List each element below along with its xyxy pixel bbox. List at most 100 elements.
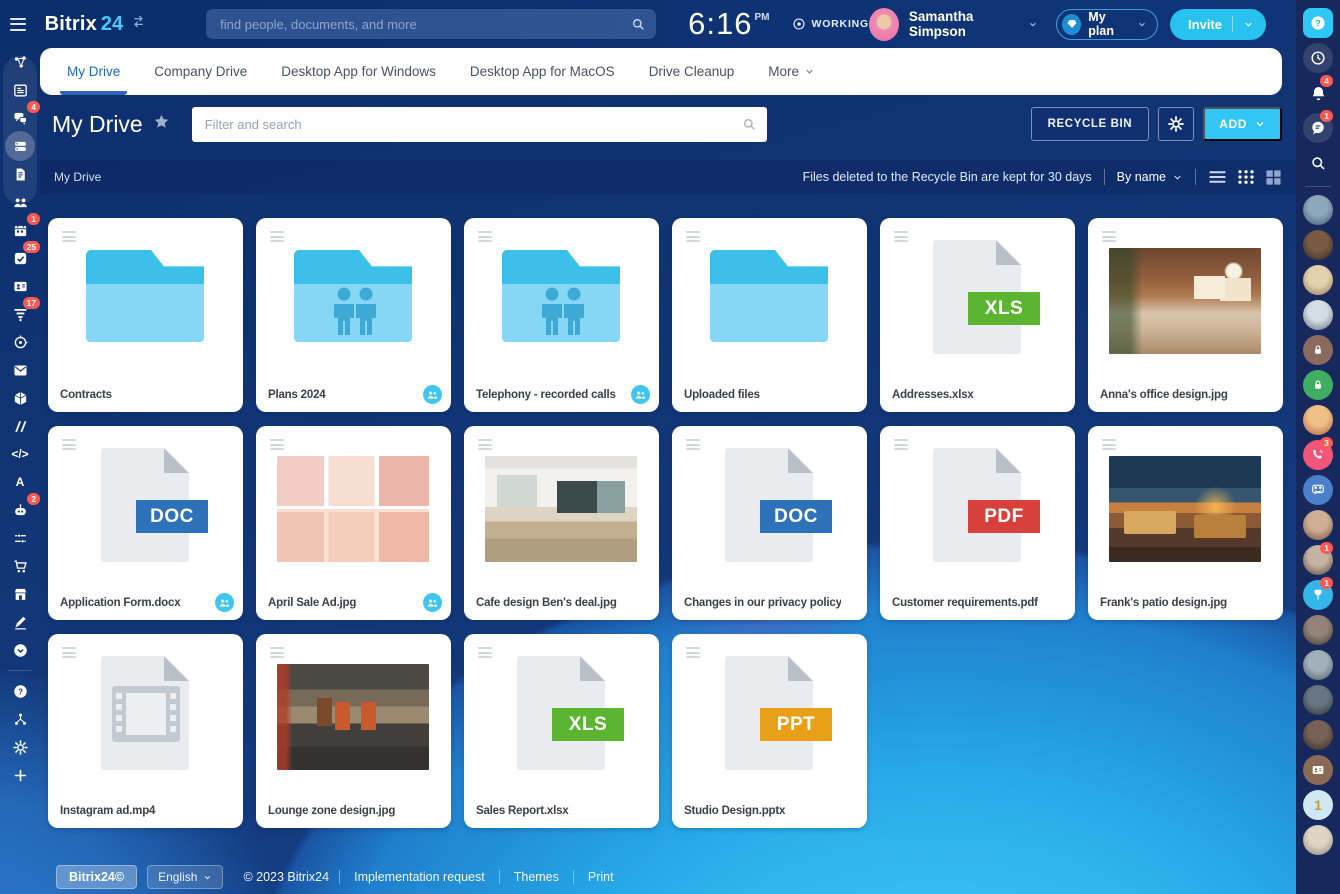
card-menu-icon[interactable]	[892, 229, 910, 244]
sidebar-item-settings-icon[interactable]	[0, 733, 40, 761]
sidebar-item-automation-icon[interactable]: A	[0, 468, 40, 496]
shared-badge-icon[interactable]	[423, 593, 442, 612]
sidebar-item-cart-icon[interactable]	[0, 552, 40, 580]
work-status[interactable]: WORKING	[792, 17, 870, 31]
filter-search-icon[interactable]	[741, 116, 757, 137]
sidebar-item-structure-icon[interactable]	[0, 705, 40, 733]
file-card-sales-report-xlsx[interactable]: XLSSales Report.xlsx	[464, 634, 659, 828]
card-menu-icon[interactable]	[476, 229, 494, 244]
chat-avatar[interactable]	[1303, 405, 1333, 435]
add-button[interactable]: ADD	[1203, 107, 1282, 141]
card-menu-icon[interactable]	[268, 437, 286, 452]
sidebar-item-vibe-icon[interactable]	[0, 48, 40, 76]
tab-drive-cleanup[interactable]: Drive Cleanup	[632, 48, 752, 95]
card-menu-icon[interactable]	[60, 229, 78, 244]
footer-link-implementation-request[interactable]: Implementation request	[339, 870, 499, 884]
sidebar-item-docs-icon[interactable]	[0, 160, 40, 188]
tab-more[interactable]: More	[751, 48, 832, 95]
chat-avatar[interactable]	[1303, 510, 1333, 540]
chat-avatar[interactable]	[1303, 195, 1333, 225]
tab-my-drive[interactable]: My Drive	[50, 48, 137, 95]
chat-avatar[interactable]	[1303, 720, 1333, 750]
footer-link-themes[interactable]: Themes	[499, 870, 573, 884]
chat-avatar[interactable]	[1303, 825, 1333, 855]
global-search-input[interactable]	[206, 9, 656, 39]
card-menu-icon[interactable]	[268, 645, 286, 660]
main-menu-icon[interactable]	[0, 18, 37, 31]
time-display[interactable]: 6:16 PM	[688, 7, 769, 41]
sidebar-item-marketing-icon[interactable]	[0, 328, 40, 356]
card-menu-icon[interactable]	[60, 645, 78, 660]
chat-lock-icon[interactable]	[1303, 335, 1333, 365]
card-menu-icon[interactable]	[268, 229, 286, 244]
chat-avatar[interactable]	[1303, 615, 1333, 645]
shared-badge-icon[interactable]	[423, 385, 442, 404]
file-card-frank-s-patio-design-jpg[interactable]: Frank's patio design.jpg	[1088, 426, 1283, 620]
user-menu[interactable]: Samantha Simpson	[869, 8, 1038, 41]
file-card-lounge-zone-design-jpg[interactable]: Lounge zone design.jpg	[256, 634, 451, 828]
chat-avatar[interactable]: 1	[1303, 545, 1333, 575]
file-card-addresses-xlsx[interactable]: XLSAddresses.xlsx	[880, 218, 1075, 412]
sidebar-item-crm-icon[interactable]	[0, 272, 40, 300]
sidebar-item-mail-icon[interactable]	[0, 356, 40, 384]
chat-avatar[interactable]	[1303, 650, 1333, 680]
swap-arrows-icon[interactable]	[131, 14, 146, 34]
sidebar-item-help-icon[interactable]: ?	[0, 677, 40, 705]
sidebar-item-feed-icon[interactable]	[0, 76, 40, 104]
tile-view-icon[interactable]	[1265, 169, 1282, 186]
card-menu-icon[interactable]	[1100, 437, 1118, 452]
file-card-customer-requirements-pdf[interactable]: PDFCustomer requirements.pdf	[880, 426, 1075, 620]
invite-button[interactable]: Invite	[1170, 9, 1266, 40]
sidebar-item-more-icon[interactable]	[0, 636, 40, 664]
file-card-april-sale-ad-jpg[interactable]: April Sale Ad.jpg	[256, 426, 451, 620]
file-card-changes-in-our-privacy-policy-docx[interactable]: DOCChanges in our privacy policy.docx	[672, 426, 867, 620]
sidebar-item-flows-icon[interactable]	[0, 524, 40, 552]
sidebar-item-messenger-icon[interactable]: 4	[0, 104, 40, 132]
sidebar-item-knowledge-icon[interactable]	[0, 384, 40, 412]
search-icon[interactable]	[630, 16, 646, 37]
card-menu-icon[interactable]	[892, 437, 910, 452]
sidebar-item-plus-icon[interactable]	[0, 761, 40, 789]
footer-link-print[interactable]: Print	[573, 870, 628, 884]
right-tool-dialog-icon[interactable]: 1	[1303, 113, 1333, 143]
right-tool-helpdesk-icon[interactable]: ?	[1303, 8, 1333, 38]
drive-settings-button[interactable]	[1158, 107, 1194, 141]
tab-company-drive[interactable]: Company Drive	[137, 48, 264, 95]
shared-badge-icon[interactable]	[215, 593, 234, 612]
chat-avatar[interactable]	[1303, 685, 1333, 715]
chat-lock-icon[interactable]	[1303, 370, 1333, 400]
file-card-plans-2024[interactable]: Plans 2024	[256, 218, 451, 412]
sidebar-item-shop-icon[interactable]	[0, 580, 40, 608]
sidebar-item-tasks-icon[interactable]: 25	[0, 244, 40, 272]
card-menu-icon[interactable]	[60, 437, 78, 452]
footer-brand-button[interactable]: Bitrix24©	[56, 865, 137, 889]
breadcrumb[interactable]: My Drive	[54, 170, 101, 184]
chat-avatar[interactable]	[1303, 230, 1333, 260]
file-card-anna-s-office-design-jpg[interactable]: Anna's office design.jpg	[1088, 218, 1283, 412]
file-card-uploaded-files[interactable]: Uploaded files	[672, 218, 867, 412]
favorite-star-icon[interactable]	[153, 113, 170, 135]
file-card-contracts[interactable]: Contracts	[48, 218, 243, 412]
sidebar-item-drive-icon[interactable]	[0, 132, 40, 160]
chat-avatar[interactable]	[1303, 265, 1333, 295]
tab-desktop-app-for-windows[interactable]: Desktop App for Windows	[264, 48, 453, 95]
chat-avatar[interactable]	[1303, 300, 1333, 330]
chat-card-icon[interactable]	[1303, 755, 1333, 785]
card-menu-icon[interactable]	[684, 437, 702, 452]
right-tool-notifications-icon[interactable]: 4	[1303, 78, 1333, 108]
file-card-telephony-recorded-calls[interactable]: Telephony - recorded calls	[464, 218, 659, 412]
sidebar-item-sales-icon[interactable]: 17	[0, 300, 40, 328]
sidebar-item-dev-icon[interactable]: </>	[0, 440, 40, 468]
my-plan-button[interactable]: My plan	[1056, 9, 1158, 40]
sidebar-item-sign-icon[interactable]	[0, 608, 40, 636]
card-menu-icon[interactable]	[1100, 229, 1118, 244]
bitrix24-logo[interactable]: Bitrix 24	[45, 13, 124, 36]
tab-desktop-app-for-macos[interactable]: Desktop App for MacOS	[453, 48, 632, 95]
recycle-bin-button[interactable]: RECYCLE BIN	[1031, 107, 1150, 141]
sidebar-item-calendar-icon[interactable]: 1	[0, 216, 40, 244]
card-menu-icon[interactable]	[684, 229, 702, 244]
sidebar-item-groups-icon[interactable]	[0, 188, 40, 216]
file-card-studio-design-pptx[interactable]: PPTStudio Design.pptx	[672, 634, 867, 828]
list-view-icon[interactable]	[1208, 169, 1227, 185]
sidebar-item-copilot-icon[interactable]: 2	[0, 496, 40, 524]
